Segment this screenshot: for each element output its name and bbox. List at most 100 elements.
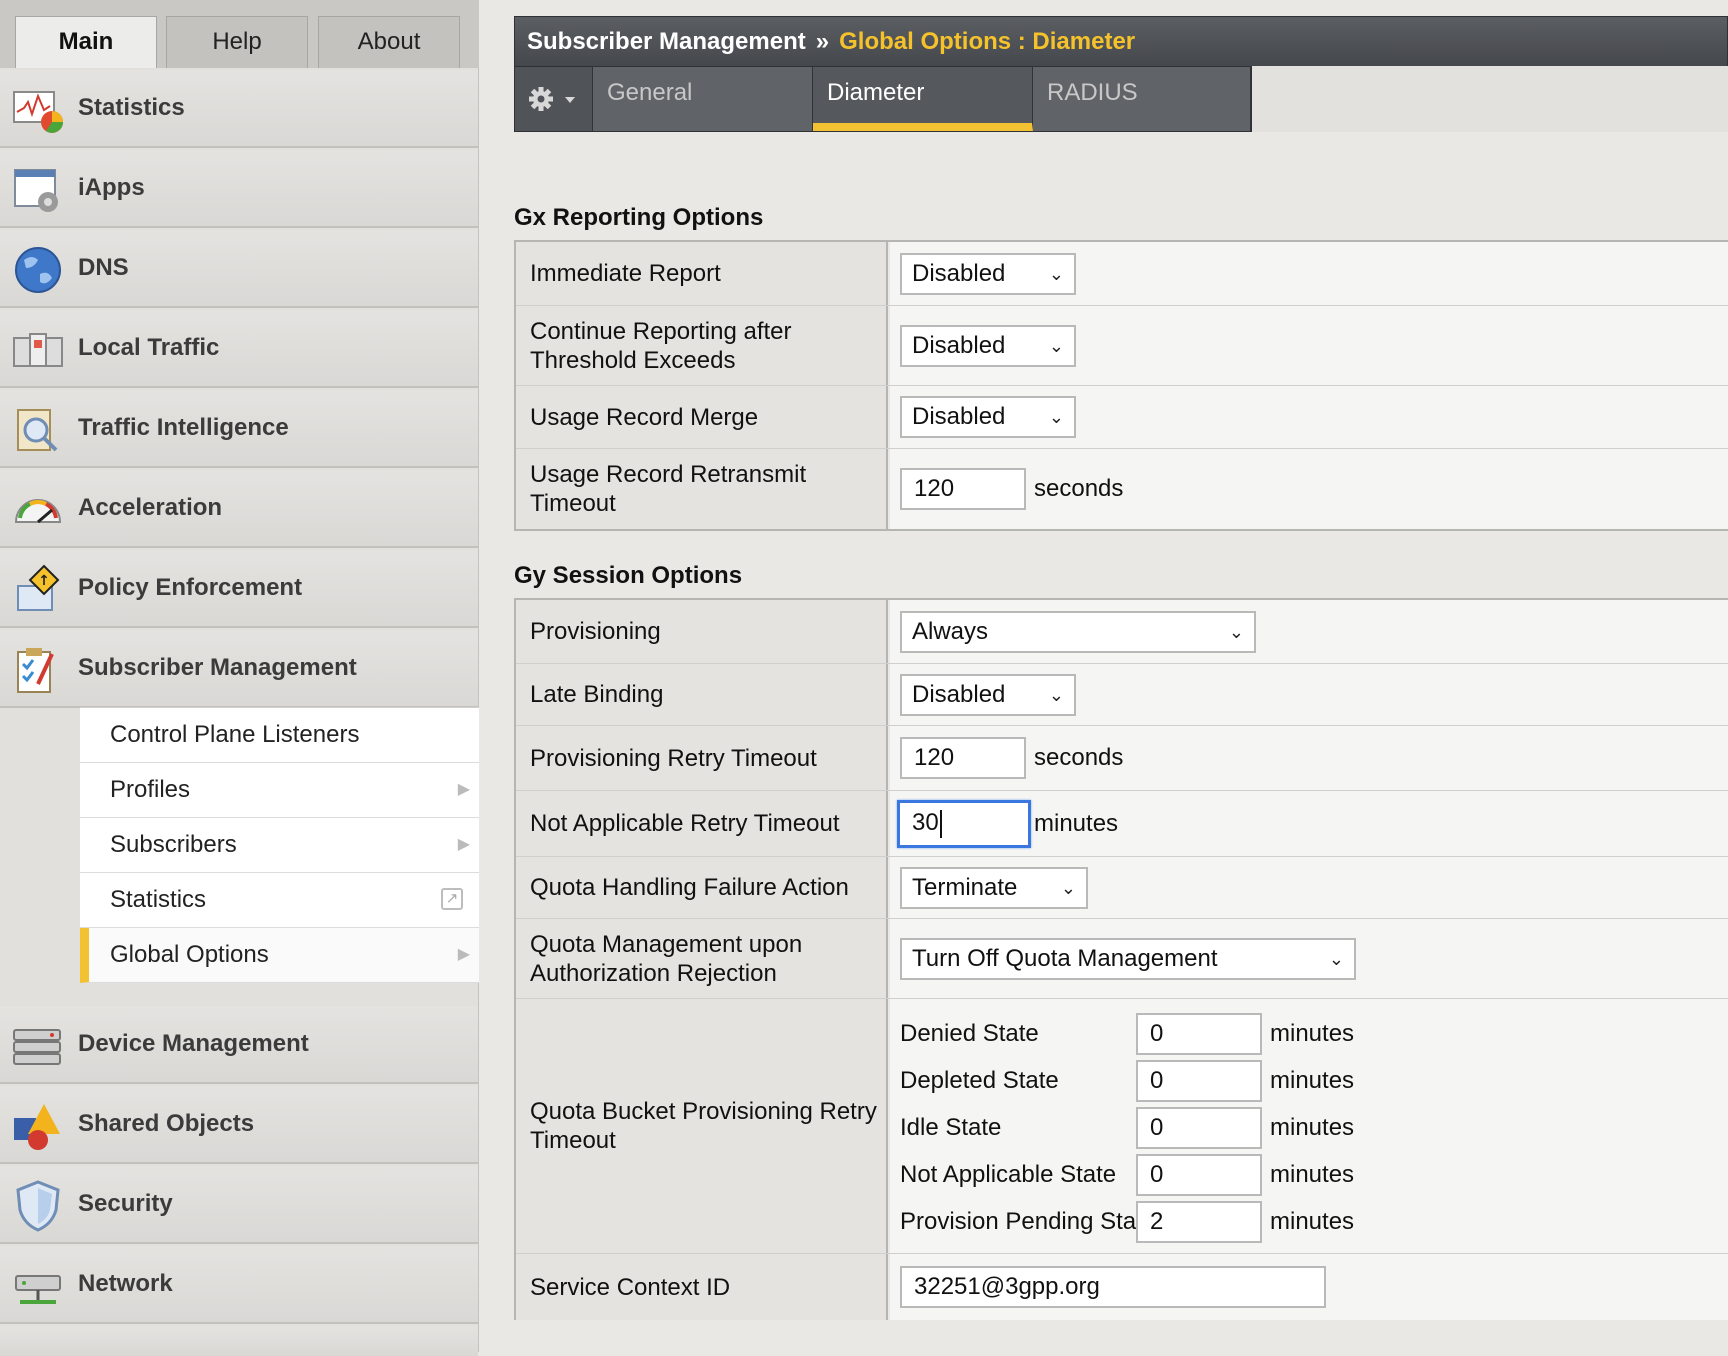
retransmit-timeout-input[interactable]: 120 (900, 468, 1026, 510)
quota-failure-select[interactable]: Terminate ⌄ (900, 867, 1088, 909)
field-label: Usage Record Retransmit Timeout (516, 449, 888, 529)
form-row-continue-reporting: Continue Reporting after Threshold Excee… (516, 306, 1728, 386)
sidebar-item-shared-objects[interactable]: Shared Objects (0, 1086, 478, 1164)
not-applicable-retry-input[interactable]: 30 (897, 800, 1031, 848)
idle-state-label: Idle State (900, 1114, 1002, 1141)
field-label: Provisioning (516, 600, 888, 663)
shapes-icon (14, 1104, 60, 1150)
content-bottom (514, 1320, 1728, 1352)
immediate-report-select[interactable]: Disabled ⌄ (900, 253, 1076, 295)
sidebar-item-network[interactable]: Network (0, 1246, 478, 1324)
idle-state-input[interactable]: 0 (1136, 1107, 1262, 1149)
tab-about[interactable]: About (318, 16, 460, 68)
sidebar-item-statistics[interactable]: Statistics (0, 70, 478, 148)
submenu-item-label: Subscribers (110, 831, 237, 858)
quota-management-select[interactable]: Turn Off Quota Management ⌄ (900, 938, 1356, 980)
field-label: Quota Bucket Provisioning Retry Timeout (516, 999, 888, 1253)
late-binding-select[interactable]: Disabled ⌄ (900, 674, 1076, 716)
form-row-not-applicable-retry: Not Applicable Retry Timeout 30 minutes (516, 791, 1728, 857)
denied-state-input[interactable]: 0 (1136, 1013, 1262, 1055)
external-link-icon: ↗ (441, 888, 463, 910)
not-applicable-state-input[interactable]: 0 (1136, 1154, 1262, 1196)
sidebar-item-label: Traffic Intelligence (78, 414, 289, 441)
sidebar-item-dns[interactable]: DNS (0, 230, 478, 308)
breadcrumb-section[interactable]: Subscriber Management (527, 28, 806, 55)
provisioning-retry-input[interactable]: 120 (900, 737, 1026, 779)
chevron-down-icon (565, 97, 575, 103)
field-label: Provisioning Retry Timeout (516, 726, 888, 790)
tab-general[interactable]: General (593, 67, 813, 131)
shield-icon (16, 1180, 60, 1232)
tab-diameter[interactable]: Diameter (813, 67, 1033, 131)
form-row-usage-record-merge: Usage Record Merge Disabled ⌄ (516, 386, 1728, 449)
form-row-quota-management: Quota Management upon Authorization Reje… (516, 919, 1728, 999)
submenu-item-label: Profiles (110, 776, 191, 803)
sidebar-item-label: Device Management (78, 1030, 309, 1057)
sidebar-item-device-management[interactable]: Device Management (0, 1006, 478, 1084)
tab-bar-filler (1252, 66, 1728, 132)
select-value: Disabled (912, 403, 1006, 430)
gx-options-table: Immediate Report Disabled ⌄ Continue Repo… (514, 240, 1728, 531)
unit-label: minutes (1270, 1114, 1355, 1141)
sidebar-item-subscriber-management[interactable]: Subscriber Management (0, 630, 478, 708)
tab-main[interactable]: Main (15, 16, 157, 68)
depleted-state-input[interactable]: 0 (1136, 1060, 1262, 1102)
submenu-item-subscribers[interactable]: Subscribers ▶ (80, 818, 479, 873)
sidebar-item-label: Policy Enforcement (78, 574, 303, 601)
sidebar-item-policy-enforcement[interactable]: ↑ Policy Enforcement (0, 550, 478, 628)
tab-help[interactable]: Help (166, 16, 308, 68)
unit-label: seconds (1034, 475, 1124, 502)
sidebar-item-label: Acceleration (78, 494, 223, 521)
sidebar-item-label: Network (78, 1270, 173, 1297)
sidebar-item-label: Shared Objects (78, 1110, 255, 1137)
field-label: Quota Management upon Authorization Reje… (516, 919, 888, 998)
iapps-icon (14, 169, 58, 212)
local-traffic-icon (13, 333, 63, 367)
submenu-item-control-plane-listeners[interactable]: Control Plane Listeners (80, 708, 479, 763)
form-row-provisioning: Provisioning Always ⌄ (516, 600, 1728, 664)
unit-label: minutes (1270, 1020, 1355, 1047)
submenu-item-label: Global Options (110, 941, 269, 968)
provision-pending-state-input[interactable]: 2 (1136, 1201, 1262, 1243)
svg-text:↑: ↑ (38, 573, 50, 589)
chevron-down-icon: ⌄ (1048, 264, 1064, 284)
sidebar-item-acceleration[interactable]: Acceleration (0, 470, 478, 548)
sidebar-item-label: Local Traffic (78, 334, 220, 361)
traffic-intelligence-icon (17, 409, 58, 452)
chevron-right-icon: ▶ (457, 836, 470, 853)
unit-label: minutes (1270, 1067, 1355, 1094)
options-menu-button[interactable] (515, 67, 593, 131)
sidebar-item-iapps[interactable]: iApps (0, 150, 478, 228)
usage-record-merge-select[interactable]: Disabled ⌄ (900, 396, 1076, 438)
gear-icon (529, 87, 575, 111)
sub-tab-bar: General Diameter RADIUS (514, 66, 1252, 132)
select-value: Always (912, 618, 989, 645)
sidebar-item-security[interactable]: Security (0, 1166, 478, 1244)
form-row-provisioning-retry: Provisioning Retry Timeout 120 seconds (516, 726, 1728, 791)
submenu-item-label: Statistics (110, 886, 207, 913)
field-label: Not Applicable Retry Timeout (516, 791, 888, 856)
denied-state-label: Denied State (900, 1020, 1039, 1047)
sidebar-item-local-traffic[interactable]: Local Traffic (0, 310, 478, 388)
submenu-item-profiles[interactable]: Profiles ▶ (80, 763, 479, 818)
form-row-quota-bucket: Quota Bucket Provisioning Retry Timeout … (516, 999, 1728, 1254)
sidebar-item-label: iApps (78, 174, 145, 201)
form-row-late-binding: Late Binding Disabled ⌄ (516, 664, 1728, 726)
statistics-icon (13, 91, 63, 133)
submenu-item-global-options[interactable]: Global Options ▶ (80, 928, 479, 983)
submenu-subscriber-management: Control Plane Listeners Profiles ▶ Subsc… (80, 707, 479, 983)
clipboard-check-icon (17, 648, 54, 693)
tab-radius[interactable]: RADIUS (1033, 67, 1251, 131)
provisioning-select[interactable]: Always ⌄ (900, 611, 1256, 653)
network-icon (15, 1275, 61, 1304)
service-context-input[interactable]: 32251@3gpp.org (900, 1266, 1326, 1308)
chevron-right-icon: ▶ (457, 781, 470, 798)
submenu-item-statistics[interactable]: Statistics ↗ (80, 873, 479, 928)
continue-reporting-select[interactable]: Disabled ⌄ (900, 325, 1076, 367)
not-applicable-state-label: Not Applicable State (900, 1161, 1117, 1188)
field-label: Immediate Report (516, 242, 888, 305)
sidebar-item-traffic-intelligence[interactable]: Traffic Intelligence (0, 390, 478, 468)
gy-section-title: Gy Session Options (514, 562, 743, 589)
select-value: Disabled (912, 260, 1006, 287)
sidebar-item-label: DNS (78, 254, 129, 281)
